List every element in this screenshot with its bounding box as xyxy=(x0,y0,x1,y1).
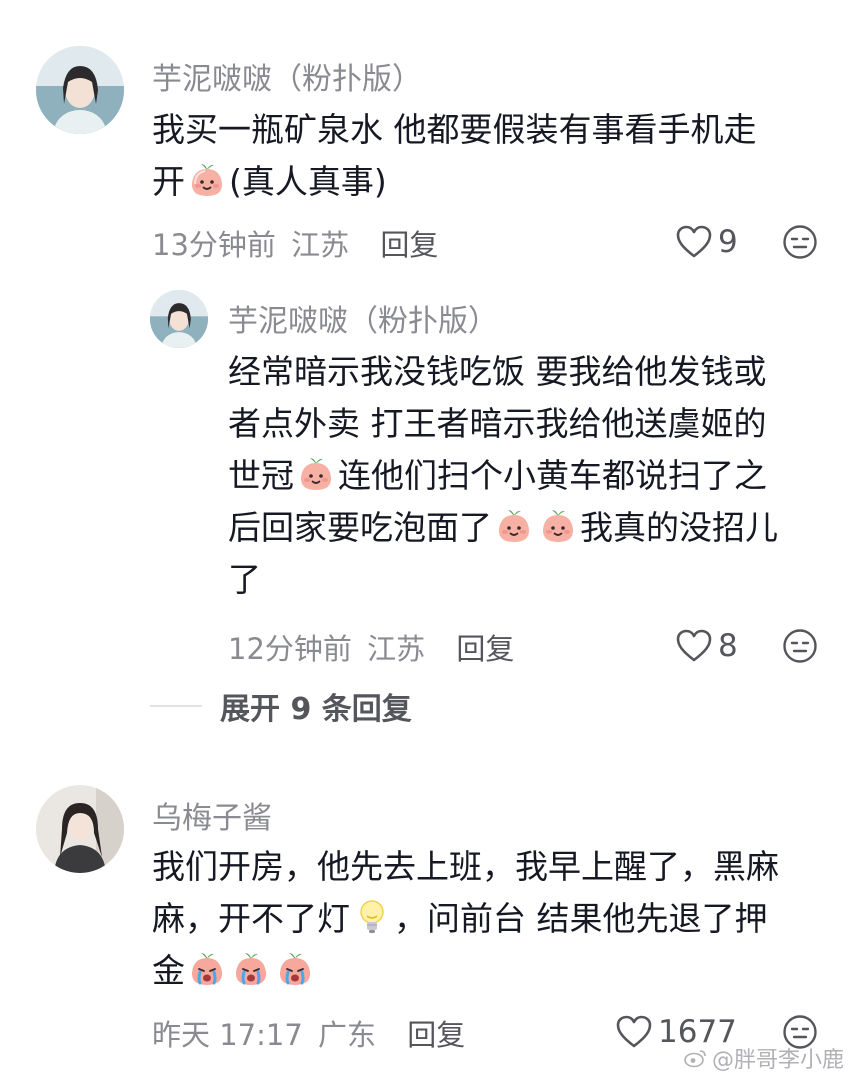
heart-icon xyxy=(676,225,712,258)
dislike-face-icon xyxy=(783,225,817,259)
light-bulb-emoji xyxy=(352,897,392,937)
body-line: 经常暗示我没钱吃饭 要我给他发钱或 xyxy=(228,352,767,391)
comment-body: 我买一瓶矿泉水 他都要假装有事看手机走 开 (真人真事) xyxy=(152,104,757,208)
reply-location: 江苏 xyxy=(367,632,426,666)
peach-smile-emoji xyxy=(494,506,534,546)
watermark: @胖哥李小鹿 xyxy=(684,1042,844,1074)
avatar[interactable] xyxy=(36,785,124,873)
divider xyxy=(150,705,202,707)
peach-crying-emoji xyxy=(187,949,227,989)
comment-username[interactable]: 乌梅子酱 xyxy=(152,793,272,837)
heart-icon xyxy=(676,629,712,662)
peach-smile-emoji xyxy=(538,506,578,546)
like-count: 9 xyxy=(718,224,738,260)
comment-username[interactable]: 芋泥啵啵（粉扑版） xyxy=(152,54,422,98)
avatar[interactable] xyxy=(36,46,124,134)
comment-time: 昨天 17:17 xyxy=(152,1018,303,1052)
comment-location: 江苏 xyxy=(291,228,350,262)
reply-username[interactable]: 芋泥啵啵（粉扑版） xyxy=(228,296,498,340)
comment-time: 13分钟前 xyxy=(152,228,276,262)
body-line: 开 (真人真事) xyxy=(152,160,387,201)
expand-replies-button[interactable]: 展开 9 条回复 xyxy=(150,684,412,728)
reply-button[interactable]: 回复 xyxy=(407,1018,465,1052)
dislike-button[interactable] xyxy=(782,224,818,260)
expand-replies-label: 展开 9 条回复 xyxy=(220,692,412,727)
body-line: 了 xyxy=(228,560,261,599)
reply-button[interactable]: 回复 xyxy=(380,228,438,262)
reply-body: 经常暗示我没钱吃饭 要我给他发钱或 者点外卖 打王者暗示我给他送虞姬的 世冠 连他… xyxy=(228,346,778,606)
peach-crying-emoji xyxy=(275,949,315,989)
body-line: 我们开房，他先去上班，我早上醒了，黑麻 xyxy=(152,847,779,886)
comment-location: 广东 xyxy=(318,1018,377,1052)
dislike-face-icon xyxy=(783,629,817,663)
body-line: 麻，开不了灯 ，问前台 结果他先退了押 xyxy=(152,897,768,938)
watermark-text: @胖哥李小鹿 xyxy=(711,1048,844,1073)
like-count: 8 xyxy=(718,628,738,664)
peach-smile-emoji xyxy=(296,454,336,494)
peach-smile-emoji xyxy=(187,160,227,200)
weibo-logo-icon xyxy=(684,1048,708,1068)
body-line: 我买一瓶矿泉水 他都要假装有事看手机走 xyxy=(152,110,757,149)
peach-crying-emoji xyxy=(231,949,271,989)
dislike-button[interactable] xyxy=(782,628,818,664)
reply-avatar[interactable] xyxy=(150,290,208,348)
body-line: 世冠 连他们扫个小黄车都说扫了之 xyxy=(228,454,767,495)
like-button[interactable]: 9 xyxy=(676,224,738,260)
heart-icon xyxy=(616,1015,652,1048)
body-line: 金 xyxy=(152,945,779,997)
like-button[interactable]: 8 xyxy=(676,628,738,664)
comment-meta: 13分钟前 江苏 回复 xyxy=(152,222,438,264)
reply-time: 12分钟前 xyxy=(228,632,352,666)
reply-button[interactable]: 回复 xyxy=(456,632,514,666)
reply-meta: 12分钟前 江苏 回复 xyxy=(228,626,514,668)
comment-meta: 昨天 17:17 广东 回复 xyxy=(152,1012,465,1054)
body-line: 者点外卖 打王者暗示我给他送虞姬的 xyxy=(228,404,767,443)
comment-body: 我们开房，他先去上班，我早上醒了，黑麻 麻，开不了灯 ，问前台 结果他先退了押 金 xyxy=(152,841,779,997)
body-line: 后回家要吃泡面了 我真的没招儿 xyxy=(228,506,778,547)
